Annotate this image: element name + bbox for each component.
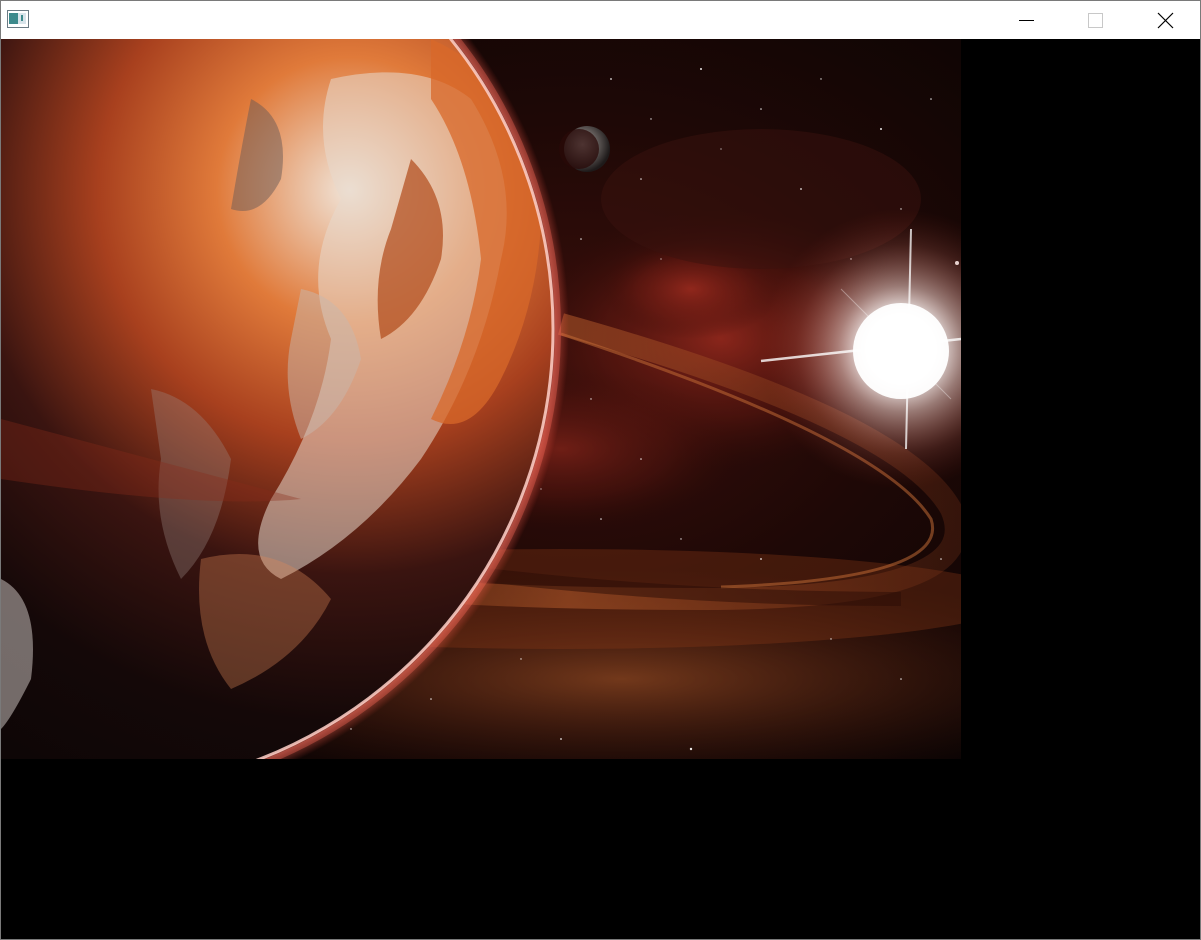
close-icon — [1157, 12, 1174, 29]
space-scene-image — [1, 39, 961, 759]
minimize-button[interactable] — [1003, 1, 1049, 39]
client-area[interactable] — [1, 39, 1200, 939]
close-button[interactable] — [1142, 1, 1188, 39]
minimize-icon — [1019, 20, 1034, 21]
title-bar[interactable] — [1, 1, 1200, 39]
maximize-icon — [1088, 13, 1103, 28]
maximize-button[interactable] — [1072, 1, 1118, 39]
app-window — [0, 0, 1201, 940]
application-window-icon[interactable] — [7, 10, 29, 28]
